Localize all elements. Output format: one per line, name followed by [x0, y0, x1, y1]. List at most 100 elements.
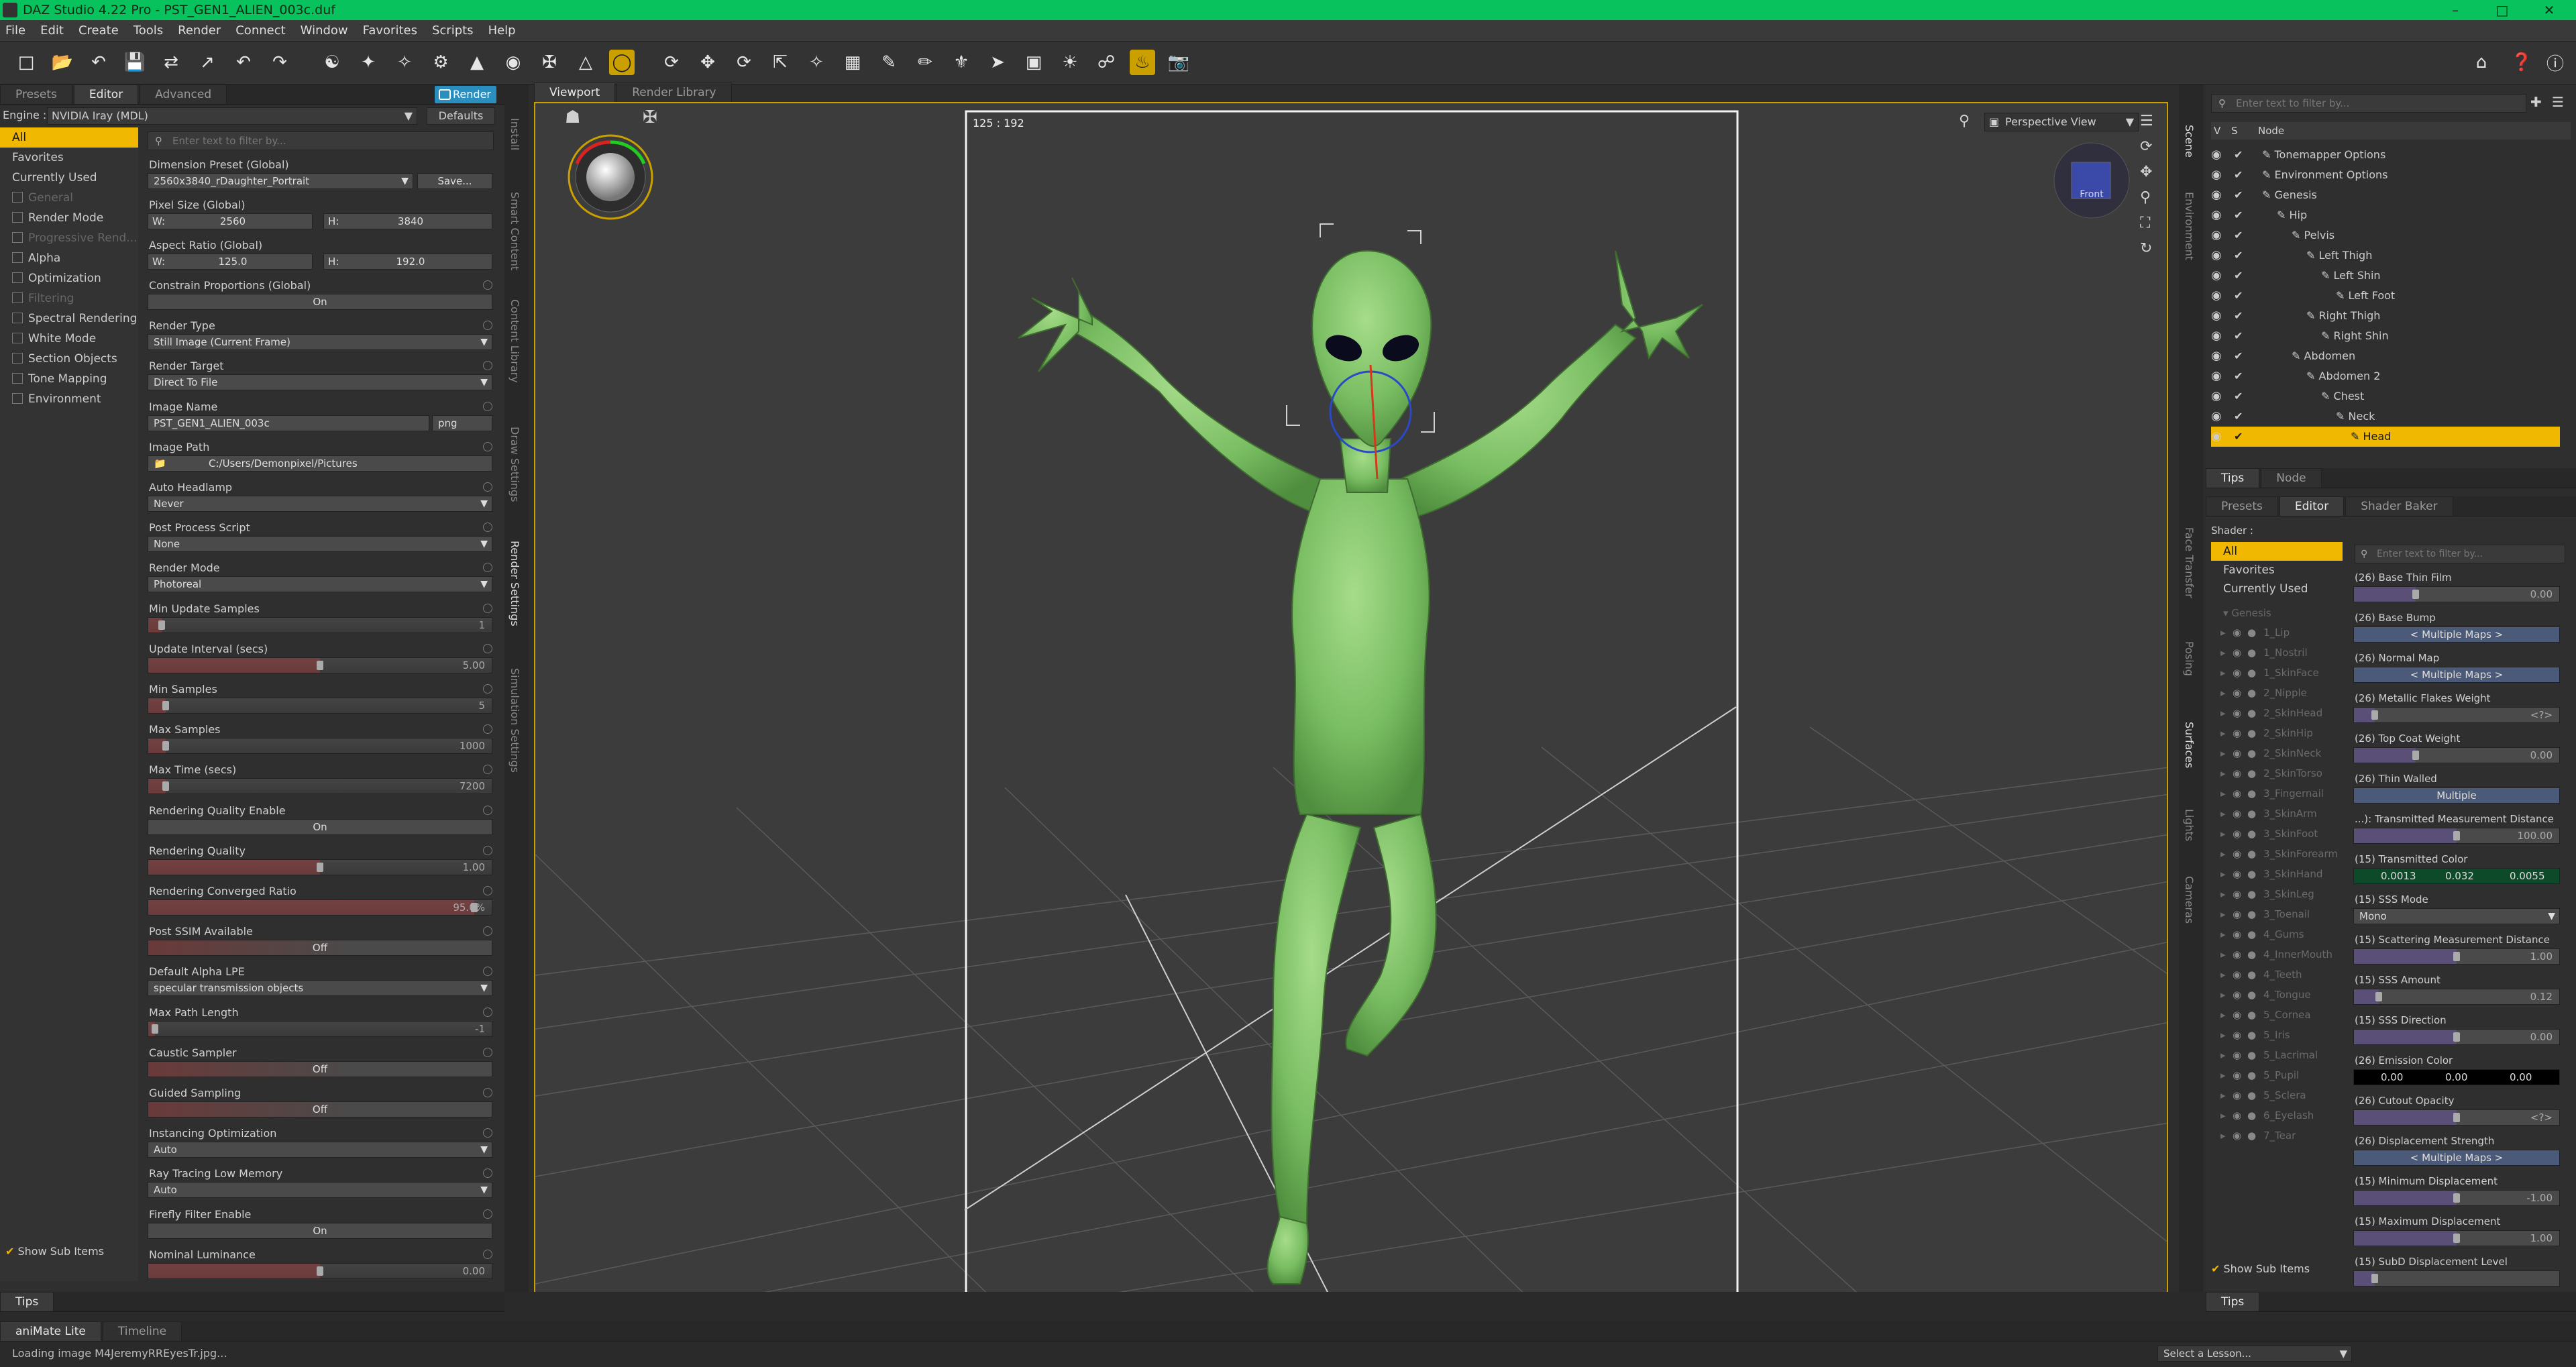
property-options-icon[interactable]: [483, 1128, 492, 1138]
slider-knob[interactable]: [2371, 1274, 2378, 1283]
minimize-button[interactable]: –: [2435, 0, 2475, 20]
surface-material-row[interactable]: ▸ ◉ ● 2_SkinHead: [2216, 703, 2340, 723]
scene-node-row[interactable]: ◉ ✔ ✎ Left Thigh: [2211, 245, 2560, 266]
scene-menu-icon[interactable]: ☰: [2552, 94, 2564, 110]
property-options-icon[interactable]: [483, 765, 492, 775]
property-options-icon[interactable]: [483, 603, 492, 613]
color-channel-value[interactable]: 0.00: [2445, 1070, 2467, 1085]
render-prop-control[interactable]: On: [148, 1222, 492, 1239]
rigging-icon[interactable]: ⚙: [428, 50, 453, 75]
render-prop-control[interactable]: 📁 C:/Users/Demonpixel/Pictures: [148, 455, 492, 472]
material-eye-icon[interactable]: ◉: [2233, 1025, 2241, 1045]
color-channel-value[interactable]: 0.00: [2510, 1070, 2532, 1085]
pin-light-icon[interactable]: ✠: [643, 107, 657, 127]
slider-knob[interactable]: [152, 1024, 159, 1034]
view-cube[interactable]: [2053, 142, 2130, 219]
render-prop-control[interactable]: -1: [148, 1020, 492, 1037]
property-options-icon[interactable]: [483, 1249, 492, 1259]
material-eye-icon[interactable]: ◉: [2233, 804, 2241, 824]
help-icon[interactable]: ⓘ: [2542, 50, 2568, 75]
side-tab-render-settings[interactable]: Render Settings: [508, 541, 521, 626]
surface-prop-control[interactable]: 0.12: [2353, 989, 2560, 1005]
side-tab-face-transfer[interactable]: Face Transfer: [2183, 527, 2196, 598]
material-eye-icon[interactable]: ◉: [2233, 924, 2241, 944]
surface-cat-all[interactable]: All: [2211, 542, 2343, 561]
scene-node-row[interactable]: ◉ ✔ ✎ Abdomen: [2211, 346, 2560, 366]
slider-knob[interactable]: [2453, 831, 2460, 840]
surface-cat-favorites[interactable]: Favorites: [2211, 561, 2343, 580]
side-tab-lights[interactable]: Lights: [2183, 809, 2196, 841]
selectable-icon[interactable]: ✔: [2234, 326, 2243, 346]
property-options-icon[interactable]: [483, 401, 492, 411]
render-prop-control[interactable]: Auto ▼: [148, 1182, 492, 1199]
slider-knob[interactable]: [2453, 1234, 2460, 1243]
slider-knob[interactable]: [317, 1266, 323, 1276]
selectable-icon[interactable]: ✔: [2234, 205, 2243, 225]
surface-material-row[interactable]: ▸ ◉ ● 5_Sclera: [2216, 1085, 2340, 1105]
property-options-icon[interactable]: [483, 1088, 492, 1097]
scene-node-row[interactable]: ◉ ✔ ✎ Left Foot: [2211, 286, 2560, 306]
render-prop-control[interactable]: Still Image (Current Frame) ▼: [148, 334, 492, 351]
render-prop-control[interactable]: 1.00: [148, 859, 492, 875]
render-cat-6[interactable]: Alpha: [0, 248, 138, 268]
view-selector-dropdown[interactable]: ▣ Perspective View ▼: [1984, 113, 2139, 131]
side-tab-install[interactable]: Install: [508, 118, 521, 150]
viewport-menu-icon[interactable]: ☰: [2140, 113, 2160, 138]
property-options-icon[interactable]: [483, 886, 492, 895]
menu-scripts[interactable]: Scripts: [432, 23, 474, 38]
property-options-icon[interactable]: [483, 684, 492, 694]
surface-prop-control[interactable]: <?>: [2353, 707, 2560, 723]
render-prop-control[interactable]: Photoreal ▼: [148, 576, 492, 593]
surface-material-row[interactable]: ▸ ◉ ● 3_SkinLeg: [2216, 884, 2340, 904]
property-options-icon[interactable]: [483, 1168, 492, 1179]
property-options-icon[interactable]: [483, 482, 492, 492]
slider-knob[interactable]: [317, 660, 323, 670]
slider-knob[interactable]: [2453, 1113, 2460, 1122]
surface-prop-control[interactable]: 0.00: [2353, 586, 2560, 602]
tab-surface-presets[interactable]: Presets: [2206, 496, 2278, 516]
eye-icon[interactable]: ◉: [2211, 310, 2230, 322]
material-eye-icon[interactable]: ◉: [2233, 1065, 2241, 1085]
surface-material-row[interactable]: ▸ ◉ ● 5_Pupil: [2216, 1065, 2340, 1085]
material-eye-icon[interactable]: ◉: [2233, 1126, 2241, 1146]
redo-icon[interactable]: ↷: [267, 50, 292, 75]
render-button[interactable]: Render: [435, 86, 496, 103]
slider-knob[interactable]: [2453, 952, 2460, 961]
property-options-icon[interactable]: [483, 1209, 492, 1219]
surface-material-row[interactable]: ▸ ◉ ● 4_Gums: [2216, 924, 2340, 944]
material-eye-icon[interactable]: ◉: [2233, 844, 2241, 864]
help-pointer-icon[interactable]: ❓: [2509, 50, 2534, 75]
slider-knob[interactable]: [2412, 751, 2419, 760]
eye-icon[interactable]: ◉: [2211, 250, 2230, 262]
tab-animate-lite[interactable]: aniMate Lite: [0, 1321, 101, 1341]
render-prop-control[interactable]: 5: [148, 698, 492, 714]
save-icon[interactable]: 💾: [122, 50, 148, 75]
menu-connect[interactable]: Connect: [235, 23, 285, 38]
eye-icon[interactable]: ◉: [2211, 189, 2230, 201]
eye-icon[interactable]: ◉: [2211, 270, 2230, 282]
side-tab-scene[interactable]: Scene: [2183, 125, 2196, 158]
render-cat-5[interactable]: Progressive Rend...: [0, 228, 138, 248]
eye-icon[interactable]: ◉: [2211, 390, 2230, 402]
surface-prop-control[interactable]: 0.00: [2353, 1029, 2560, 1045]
image-format-dropdown[interactable]: png: [432, 415, 492, 431]
render-prop-control[interactable]: specular transmission objects ▼: [148, 980, 492, 997]
tab-render-library[interactable]: Render Library: [616, 83, 732, 102]
color-channel-value[interactable]: 0.00: [2381, 1070, 2403, 1085]
render-icon[interactable]: ♨: [1130, 50, 1155, 75]
selectable-icon[interactable]: ✔: [2234, 366, 2243, 386]
side-tab-draw-settings[interactable]: Draw Settings: [508, 427, 521, 502]
slider-knob[interactable]: [2453, 1032, 2460, 1042]
property-options-icon[interactable]: [483, 967, 492, 977]
pose-tool-icon[interactable]: ✠: [537, 50, 562, 75]
selectable-icon[interactable]: ✔: [2234, 346, 2243, 366]
render-prop-control[interactable]: Never ▼: [148, 496, 492, 512]
surface-prop-control[interactable]: 100.00: [2353, 828, 2560, 844]
render-cat-0[interactable]: All: [0, 127, 138, 148]
surface-material-row[interactable]: ▸ ◉ ● 4_InnerMouth: [2216, 944, 2340, 965]
side-tab-surfaces[interactable]: Surfaces: [2183, 722, 2196, 768]
surface-prop-control[interactable]: < Multiple Maps >: [2353, 626, 2560, 643]
pin-icon[interactable]: ⚲: [1959, 113, 1970, 129]
scene-node-row[interactable]: ◉ ✔ ✎ Neck: [2211, 406, 2560, 427]
material-eye-icon[interactable]: ◉: [2233, 723, 2241, 743]
